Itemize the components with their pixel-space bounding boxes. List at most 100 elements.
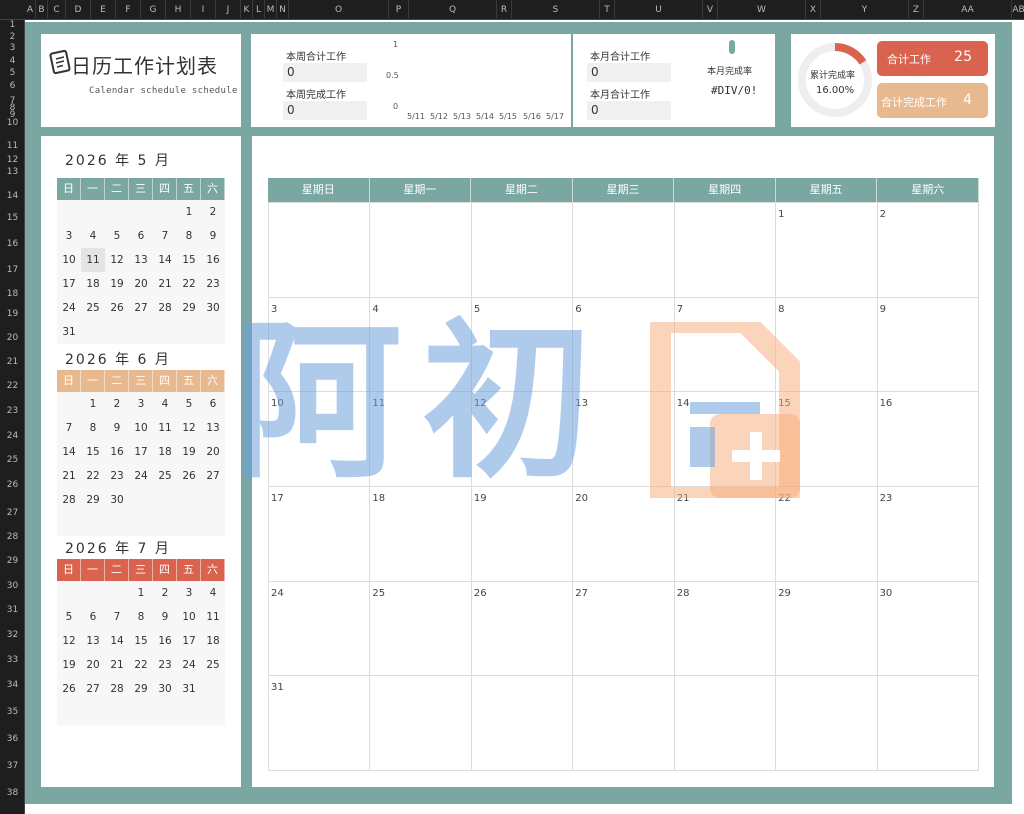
mini-calendar-day[interactable]: 19	[57, 653, 81, 677]
calendar-day-cell[interactable]: 19	[471, 486, 574, 582]
calendar-day-cell[interactable]: 23	[877, 486, 979, 582]
mini-calendar-day[interactable]: 18	[201, 629, 225, 653]
mini-calendar-day[interactable]: 6	[81, 605, 105, 629]
mini-calendar-day[interactable]	[201, 512, 225, 536]
calendar-day-cell[interactable]: 15	[776, 392, 878, 487]
column-header[interactable]: Q	[409, 0, 497, 20]
column-header[interactable]: X	[806, 0, 821, 20]
mini-calendar-day[interactable]: 27	[81, 677, 105, 701]
row-header[interactable]: 35	[0, 707, 25, 717]
calendar-day-cell[interactable]: 20	[573, 486, 675, 582]
mini-calendar-day[interactable]: 6	[201, 392, 225, 416]
row-header[interactable]: 20	[0, 333, 25, 343]
column-header[interactable]: S	[512, 0, 600, 20]
row-header[interactable]: 12	[0, 155, 25, 165]
calendar-day-cell[interactable]: 24	[269, 581, 371, 677]
row-header[interactable]: 31	[0, 605, 25, 615]
mini-calendar-day[interactable]: 20	[129, 272, 153, 296]
column-header[interactable]: O	[289, 0, 389, 20]
mini-calendar-day[interactable]: 25	[201, 653, 225, 677]
row-header[interactable]: 25	[0, 455, 25, 465]
calendar-day-cell[interactable]: 21	[674, 486, 777, 582]
row-header[interactable]: 27	[0, 508, 25, 518]
row-header[interactable]: 36	[0, 734, 25, 744]
row-header[interactable]: 17	[0, 265, 25, 275]
mini-calendar-day[interactable]: 29	[129, 677, 153, 701]
mini-calendar-day[interactable]: 22	[81, 464, 105, 488]
mini-calendar-day[interactable]: 21	[153, 272, 177, 296]
mini-calendar-day[interactable]: 12	[57, 629, 81, 653]
mini-calendar-day[interactable]: 3	[129, 392, 153, 416]
mini-calendar-day[interactable]: 4	[201, 581, 225, 605]
calendar-day-cell[interactable]: 29	[776, 581, 878, 677]
row-header[interactable]: 26	[0, 480, 25, 490]
mini-calendar-day[interactable]: 16	[105, 440, 129, 464]
row-header[interactable]: 15	[0, 213, 25, 223]
row-header[interactable]: 22	[0, 381, 25, 391]
row-header[interactable]: 30	[0, 581, 25, 591]
mini-calendar-day[interactable]: 8	[81, 416, 105, 440]
mini-calendar-day[interactable]	[105, 701, 129, 725]
mini-calendar-day[interactable]	[129, 701, 153, 725]
mini-calendar-day[interactable]: 18	[153, 440, 177, 464]
mini-calendar-day[interactable]	[57, 200, 81, 224]
calendar-day-cell[interactable]: 13	[573, 392, 675, 487]
calendar-day-cell[interactable]: 17	[269, 486, 371, 582]
mini-calendar-day[interactable]: 17	[129, 440, 153, 464]
mini-calendar-day[interactable]: 3	[177, 581, 201, 605]
mini-calendar-day[interactable]: 24	[57, 296, 81, 320]
mini-calendar-day[interactable]: 26	[57, 677, 81, 701]
column-header[interactable]: AB	[1012, 0, 1024, 20]
calendar-day-cell[interactable]: 9	[877, 297, 979, 393]
column-header[interactable]: L	[253, 0, 265, 20]
row-header[interactable]: 5	[0, 68, 25, 78]
calendar-day-cell[interactable]: 25	[370, 581, 472, 677]
row-header[interactable]: 23	[0, 406, 25, 416]
mini-calendar-day[interactable]: 4	[81, 224, 105, 248]
calendar-day-cell[interactable]: 31	[269, 676, 371, 771]
mini-calendar-day[interactable]: 9	[153, 605, 177, 629]
calendar-day-cell[interactable]: 16	[877, 392, 979, 487]
mini-calendar-day[interactable]: 5	[177, 392, 201, 416]
calendar-day-cell[interactable]: 14	[674, 392, 777, 487]
row-header[interactable]: 37	[0, 761, 25, 771]
mini-calendar-day[interactable]: 3	[57, 224, 81, 248]
mini-calendar-day[interactable]: 31	[57, 320, 81, 344]
mini-calendar-day[interactable]: 2	[105, 392, 129, 416]
row-header[interactable]: 29	[0, 556, 25, 566]
calendar-day-cell[interactable]: 2	[877, 203, 979, 298]
mini-calendar-day[interactable]	[201, 677, 225, 701]
mini-calendar-day[interactable]: 24	[177, 653, 201, 677]
mini-calendar-day[interactable]: 23	[153, 653, 177, 677]
calendar-day-cell[interactable]	[269, 203, 371, 298]
mini-calendar-day[interactable]: 25	[81, 296, 105, 320]
calendar-day-cell[interactable]: 22	[776, 486, 878, 582]
calendar-day-cell[interactable]: 4	[370, 297, 472, 393]
row-header[interactable]: 2	[0, 32, 25, 42]
mini-calendar-day[interactable]: 26	[177, 464, 201, 488]
calendar-day-cell[interactable]: 5	[471, 297, 574, 393]
mini-calendar-day[interactable]: 29	[81, 488, 105, 512]
calendar-day-cell[interactable]: 18	[370, 486, 472, 582]
calendar-day-cell[interactable]	[370, 676, 472, 771]
calendar-day-cell[interactable]	[674, 676, 777, 771]
row-header[interactable]: 28	[0, 532, 25, 542]
mini-calendar-day[interactable]: 13	[81, 629, 105, 653]
mini-calendar-day[interactable]: 5	[57, 605, 81, 629]
row-header[interactable]: 1	[0, 20, 25, 30]
mini-calendar-day[interactable]: 28	[57, 488, 81, 512]
column-header[interactable]: Y	[821, 0, 909, 20]
row-header[interactable]: 21	[0, 357, 25, 367]
mini-calendar-day[interactable]	[177, 701, 201, 725]
mini-calendar-day[interactable]: 10	[129, 416, 153, 440]
mini-calendar-day[interactable]: 28	[153, 296, 177, 320]
mini-calendar-day[interactable]: 11	[153, 416, 177, 440]
calendar-day-cell[interactable]	[573, 203, 675, 298]
column-header[interactable]: G	[141, 0, 166, 20]
row-header[interactable]: 32	[0, 630, 25, 640]
mini-calendar-day[interactable]	[57, 701, 81, 725]
mini-calendar-day[interactable]: 8	[177, 224, 201, 248]
mini-calendar-day[interactable]: 15	[81, 440, 105, 464]
mini-calendar-day[interactable]: 16	[201, 248, 225, 272]
mini-calendar-day[interactable]	[105, 581, 129, 605]
